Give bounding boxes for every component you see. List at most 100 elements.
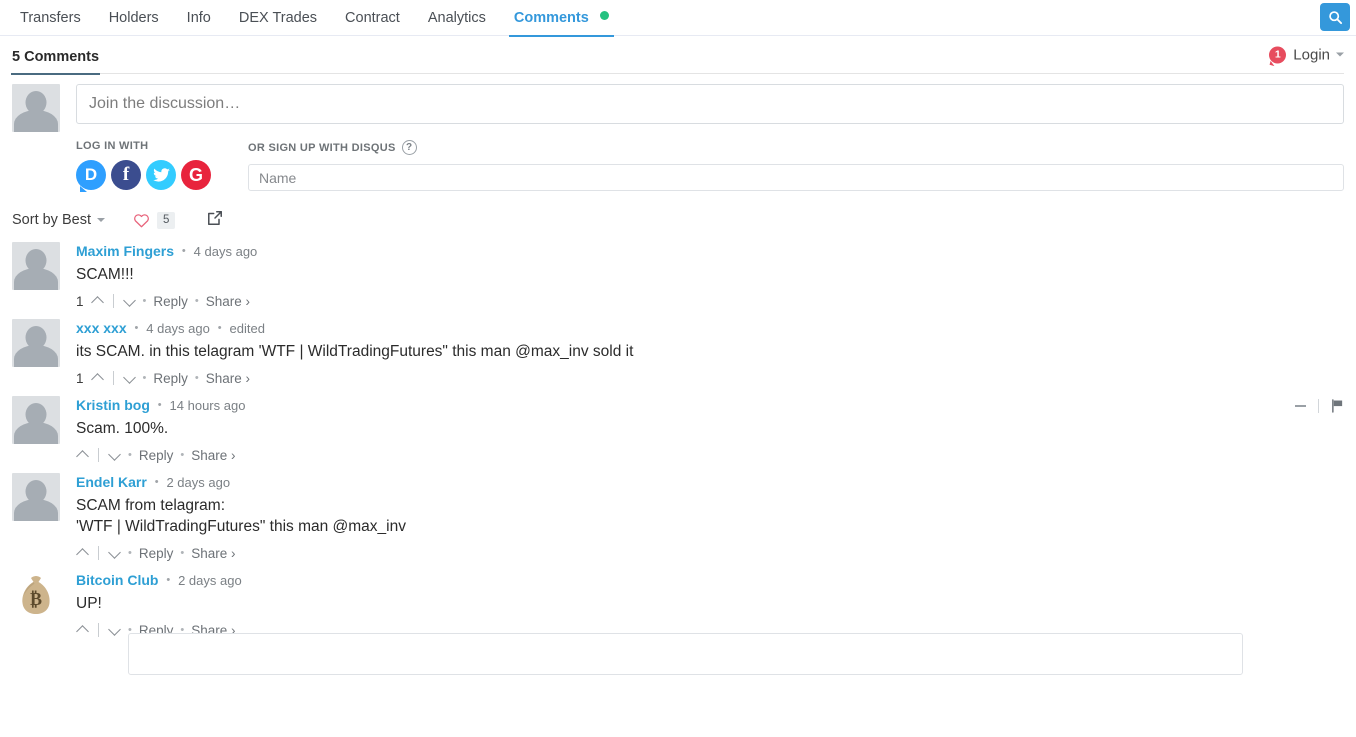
- share-button[interactable]: Share ›: [191, 546, 235, 561]
- avatar-body: [14, 268, 58, 290]
- reply-input[interactable]: [128, 633, 1243, 675]
- tab-info[interactable]: Info: [173, 0, 225, 36]
- tab-label: Comments: [513, 9, 589, 26]
- comment-item: Endel Karr • 2 days ago SCAM from telagr…: [0, 466, 1356, 564]
- avatar[interactable]: [12, 396, 60, 444]
- downvote-icon[interactable]: [108, 449, 121, 462]
- flag-icon[interactable]: [1331, 399, 1344, 413]
- tab-comments[interactable]: Comments: [500, 0, 623, 37]
- action-separator: •: [128, 449, 132, 461]
- upvote-icon[interactable]: [76, 547, 89, 560]
- tab-analytics[interactable]: Analytics: [414, 0, 500, 36]
- login-with-label: LOG IN WITH: [76, 140, 149, 152]
- comment-text: Scam. 100%.: [76, 420, 169, 437]
- comment-author[interactable]: Maxim Fingers: [76, 243, 174, 259]
- avatar-body: [14, 110, 58, 132]
- help-icon[interactable]: ?: [401, 140, 417, 155]
- sort-label: Sort by Best: [12, 212, 91, 228]
- facebook-login-button[interactable]: f: [111, 160, 141, 190]
- sort-dropdown[interactable]: Sort by Best: [12, 212, 105, 228]
- login-menu[interactable]: 1 Login: [1269, 46, 1344, 63]
- comment-item: Maxim Fingers • 4 days ago SCAM!!! 1 • R…: [0, 235, 1356, 312]
- reply-button[interactable]: Reply: [153, 371, 188, 386]
- reply-button[interactable]: Reply: [153, 294, 188, 309]
- disqus-header: 5 Comments 1 Login: [10, 36, 1344, 75]
- reply-button[interactable]: Reply: [139, 448, 174, 463]
- new-activity-dot-icon: [599, 10, 609, 20]
- avatar[interactable]: ₿: [12, 571, 60, 619]
- comment-text: its SCAM. in this telagram 'WTF | WildTr…: [76, 343, 634, 360]
- action-separator: •: [128, 547, 132, 559]
- google-icon: G: [188, 164, 203, 185]
- search-button[interactable]: [1320, 3, 1350, 31]
- comment-text: SCAM from telagram: 'WTF | WildTradingFu…: [76, 497, 406, 535]
- downvote-icon[interactable]: [123, 295, 136, 308]
- facebook-icon: f: [122, 164, 130, 185]
- comment-input[interactable]: [76, 84, 1344, 124]
- svg-text:₿: ₿: [30, 589, 42, 609]
- comment-author[interactable]: Bitcoin Club: [76, 572, 158, 588]
- tab-holders[interactable]: Holders: [95, 0, 173, 36]
- downvote-icon[interactable]: [108, 547, 121, 560]
- name-input[interactable]: [248, 164, 1344, 191]
- comment-actions: • Reply • Share ›: [76, 542, 1344, 564]
- divider: [1318, 399, 1319, 413]
- meta-separator: •: [154, 476, 159, 488]
- signup-label: OR SIGN UP WITH DISQUS: [248, 141, 396, 154]
- avatar[interactable]: [12, 473, 60, 521]
- comment-time: 2 days ago: [166, 475, 231, 490]
- twitter-login-button[interactable]: [146, 160, 176, 190]
- divider: [112, 371, 114, 385]
- divider: [98, 448, 99, 462]
- action-separator: •: [194, 372, 199, 384]
- avatar-body: [14, 345, 58, 367]
- action-separator: •: [180, 547, 185, 559]
- google-login-button[interactable]: G: [181, 160, 211, 190]
- share-button[interactable]: [207, 210, 223, 231]
- share-button[interactable]: Share ›: [206, 294, 250, 309]
- tab-transfers[interactable]: Transfers: [6, 0, 95, 36]
- favorite-count: 5: [156, 211, 176, 229]
- comment-text: SCAM!!!: [76, 266, 134, 283]
- chevron-down-icon: [1336, 52, 1344, 57]
- collapse-icon[interactable]: [1295, 405, 1306, 407]
- tab-label: Analytics: [427, 9, 486, 26]
- upvote-icon[interactable]: [76, 449, 89, 462]
- comment-item: Kristin bog • 14 hours ago Scam. 100%. •…: [0, 389, 1356, 466]
- comment-composer: LOG IN WITH D f G: [0, 74, 1356, 192]
- money-bag-icon: ₿: [22, 576, 50, 614]
- comment-author[interactable]: Endel Karr: [76, 474, 147, 490]
- action-separator: •: [142, 372, 147, 384]
- top-navigation: Transfers Holders Info DEX Trades Contra…: [0, 0, 1356, 37]
- tab-label: Info: [186, 9, 211, 26]
- comment-meta: xxx xxx • 4 days ago • edited: [76, 319, 1344, 338]
- divider: [98, 623, 99, 637]
- tab-dex-trades[interactable]: DEX Trades: [225, 0, 331, 36]
- disqus-login-button[interactable]: D: [76, 160, 106, 192]
- comment-author[interactable]: xxx xxx: [76, 320, 127, 336]
- avatar[interactable]: [12, 319, 60, 367]
- comment-tools: [1295, 399, 1344, 413]
- tab-label: Contract: [345, 9, 400, 26]
- upvote-icon[interactable]: [91, 372, 104, 385]
- upvote-icon[interactable]: [91, 295, 104, 308]
- downvote-icon[interactable]: [108, 624, 121, 637]
- action-separator: •: [142, 295, 147, 307]
- favorite-button[interactable]: 5: [133, 211, 176, 229]
- tab-contract[interactable]: Contract: [331, 0, 414, 36]
- downvote-icon[interactable]: [123, 372, 136, 385]
- upvote-icon[interactable]: [76, 624, 89, 637]
- avatar[interactable]: [12, 242, 60, 290]
- login-label: Login: [1293, 46, 1330, 63]
- share-button[interactable]: Share ›: [191, 448, 235, 463]
- reply-button[interactable]: Reply: [139, 546, 174, 561]
- comment-actions: 1 • Reply • Share ›: [76, 290, 1344, 312]
- share-button[interactable]: Share ›: [206, 371, 250, 386]
- search-icon: [1328, 10, 1342, 24]
- tab-label: Holders: [108, 9, 159, 26]
- vote-count: 1: [76, 293, 84, 309]
- comment-time: 4 days ago: [193, 244, 258, 259]
- avatar-body: [14, 499, 58, 521]
- comment-author[interactable]: Kristin bog: [76, 397, 150, 413]
- meta-separator: •: [134, 322, 139, 334]
